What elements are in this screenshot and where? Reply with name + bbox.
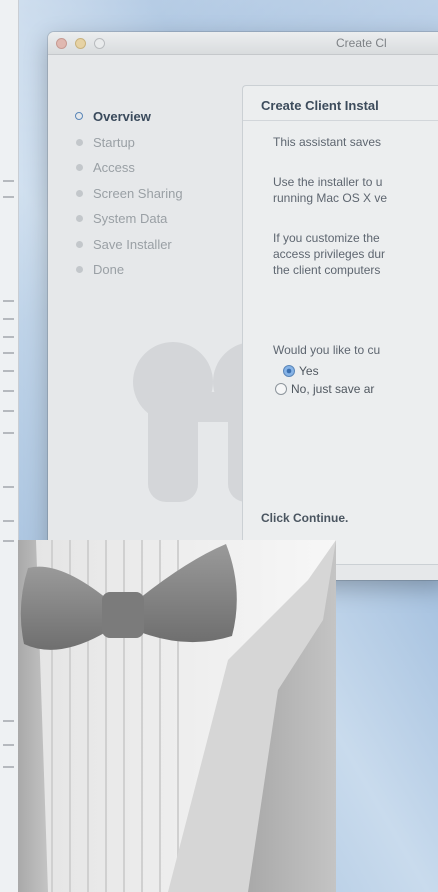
radio-unselected-icon[interactable] bbox=[275, 383, 287, 395]
step-system-data: System Data bbox=[74, 210, 183, 236]
tuxedo-bowtie-icon bbox=[18, 540, 336, 892]
step-label: Done bbox=[93, 262, 125, 277]
installer-text-line-2: running Mac OS X ve bbox=[273, 191, 388, 205]
window-titlebar[interactable]: Create Cl bbox=[48, 32, 438, 55]
panel-divider bbox=[243, 120, 438, 121]
continue-instruction: Click Continue. bbox=[261, 511, 349, 525]
intro-text: This assistant saves bbox=[273, 135, 382, 149]
radio-option-yes[interactable]: Yes bbox=[283, 364, 319, 378]
installer-text-line-1: Use the installer to u bbox=[273, 175, 383, 189]
close-window-button[interactable] bbox=[56, 38, 67, 49]
step-bullet-icon bbox=[76, 189, 83, 197]
assistant-window: Create Cl Overview Startup Access Screen… bbox=[48, 32, 438, 580]
assistant-steps-list: Overview Startup Access Screen Sharing S… bbox=[74, 108, 183, 287]
step-bullet-icon bbox=[76, 266, 83, 273]
step-label: Overview bbox=[93, 109, 151, 124]
minimize-window-button[interactable] bbox=[75, 38, 86, 49]
radio-selected-icon[interactable] bbox=[283, 365, 295, 377]
radio-option-no[interactable]: No, just save ar bbox=[275, 382, 374, 396]
window-title: Create Cl bbox=[336, 36, 387, 50]
step-bullet-icon bbox=[76, 164, 83, 171]
step-label: Save Installer bbox=[93, 236, 172, 252]
customize-text-line-1: If you customize the bbox=[273, 231, 380, 245]
step-save-installer: Save Installer bbox=[74, 236, 183, 262]
step-bullet-icon bbox=[76, 240, 83, 248]
step-startup: Startup bbox=[74, 134, 183, 160]
panel-title: Create Client Instal bbox=[261, 98, 379, 113]
step-label: Screen Sharing bbox=[93, 185, 183, 201]
radio-no-label: No, just save ar bbox=[291, 382, 375, 396]
content-panel: Create Client Instal This assistant save… bbox=[242, 85, 438, 565]
step-access: Access bbox=[74, 159, 183, 185]
step-bullet-icon bbox=[76, 138, 83, 146]
background-document-edge bbox=[0, 0, 19, 892]
customize-text-line-2: access privileges dur bbox=[273, 247, 386, 261]
step-screen-sharing: Screen Sharing bbox=[74, 185, 183, 211]
step-bullet-icon bbox=[76, 215, 83, 222]
current-step-icon bbox=[75, 112, 83, 120]
step-label: Access bbox=[93, 160, 135, 175]
zoom-window-button[interactable] bbox=[94, 38, 105, 49]
step-label: System Data bbox=[93, 211, 168, 226]
step-done: Done bbox=[74, 261, 183, 287]
customize-question: Would you like to cu bbox=[273, 343, 381, 357]
step-label: Startup bbox=[93, 134, 135, 150]
customize-text-line-3: the client computers bbox=[273, 263, 381, 277]
radio-yes-label: Yes bbox=[299, 364, 319, 378]
step-overview: Overview bbox=[74, 108, 183, 134]
